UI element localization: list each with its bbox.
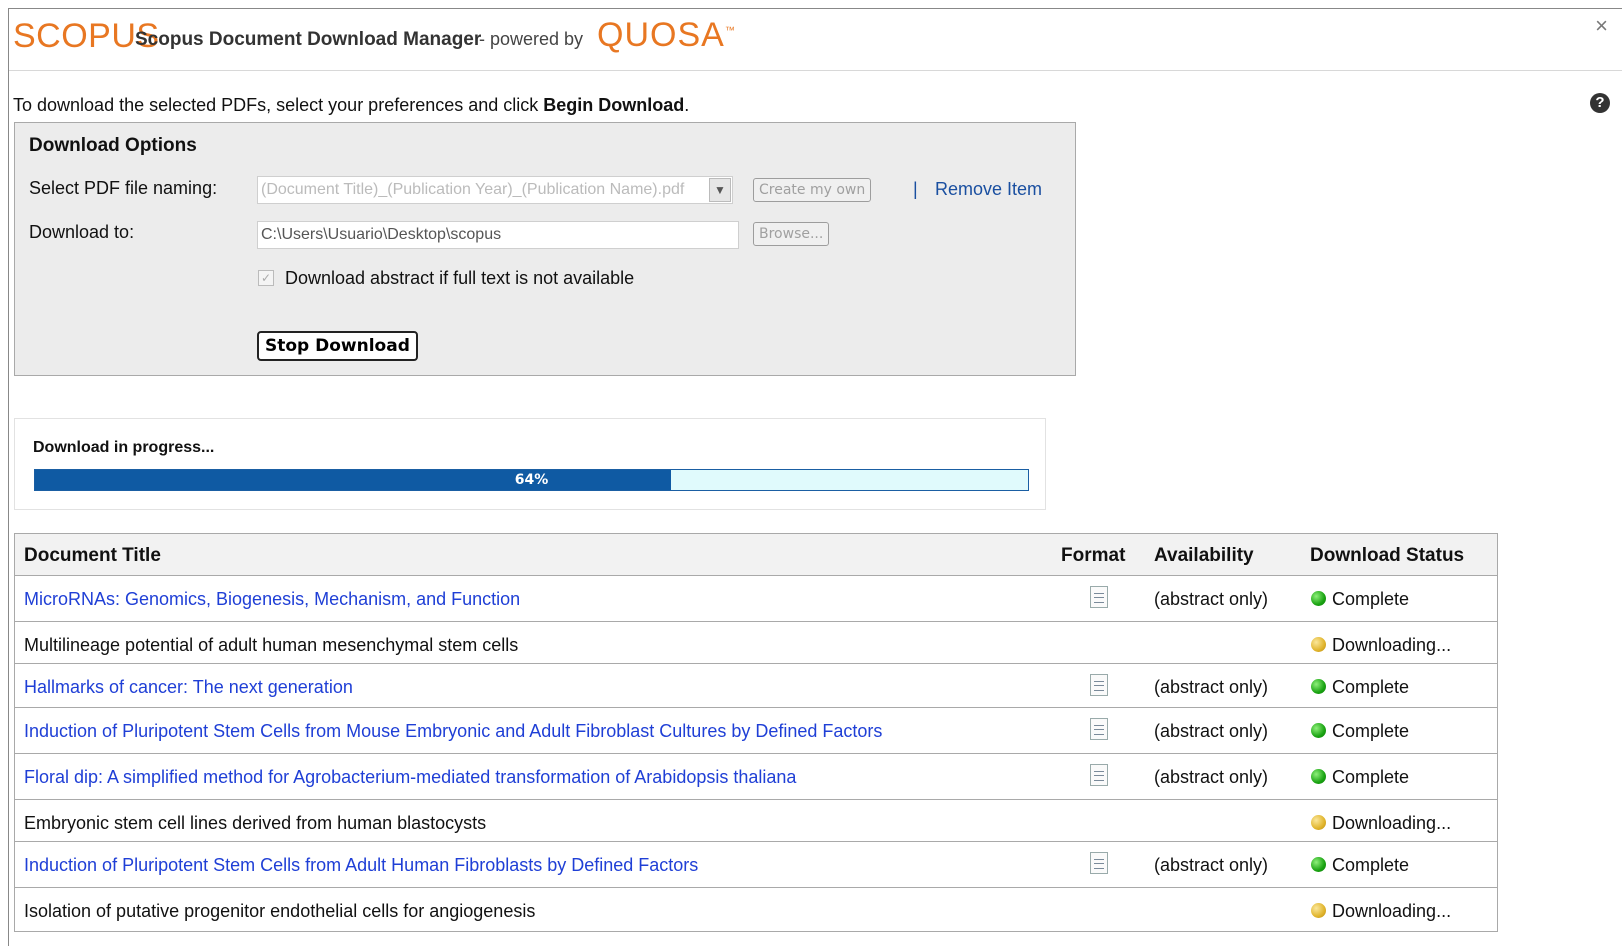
document-title-link[interactable]: Floral dip: A simplified method for Agro…	[24, 767, 796, 788]
download-path-input[interactable]: C:\Users\Usuario\Desktop\scopus	[257, 221, 739, 249]
window-title: Scopus Document Download Manager	[135, 29, 482, 50]
powered-by-text: - powered by	[479, 29, 584, 49]
status-complete-icon	[1311, 591, 1326, 606]
file-naming-select[interactable]: (Document Title)_(Publication Year)_(Pub…	[257, 176, 733, 204]
create-my-own-button[interactable]: Create my own	[753, 178, 872, 202]
table-row: Induction of Pluripotent Stem Cells from…	[15, 842, 1497, 888]
status-text: Complete	[1332, 855, 1410, 875]
status-text: Complete	[1332, 677, 1410, 697]
download-manager-window: SCOPUS Scopus Document Download Manager …	[8, 8, 1622, 946]
table-row: MicroRNAs: Genomics, Biogenesis, Mechani…	[15, 576, 1497, 622]
download-options-panel: Download Options Select PDF file naming:…	[14, 122, 1076, 376]
instructions-suffix: .	[684, 95, 690, 115]
status-cell: Complete	[1311, 855, 1409, 876]
format-cell	[1090, 674, 1108, 696]
document-title: Multilineage potential of adult human me…	[24, 635, 519, 655]
document-icon[interactable]	[1090, 718, 1108, 740]
trademark-mark: ™	[724, 25, 736, 37]
abstract-checkbox[interactable]: ✓	[258, 270, 274, 286]
table-row: Hallmarks of cancer: The next generation…	[15, 664, 1497, 708]
document-title-link[interactable]: MicroRNAs: Genomics, Biogenesis, Mechani…	[24, 589, 520, 610]
status-cell: Complete	[1311, 767, 1409, 788]
column-header-availability: Availability	[1154, 545, 1254, 566]
status-text: Complete	[1332, 767, 1410, 787]
quosa-logo: QUOSA™	[597, 16, 736, 55]
status-complete-icon	[1311, 723, 1326, 738]
help-icon[interactable]: ?	[1590, 93, 1610, 113]
availability-cell: (abstract only)	[1154, 767, 1269, 787]
status-downloading-icon	[1311, 903, 1326, 918]
status-cell: Complete	[1311, 589, 1409, 610]
status-text: Downloading...	[1332, 901, 1452, 921]
column-header-status: Download Status	[1310, 545, 1465, 566]
browse-button[interactable]: Browse...	[753, 222, 830, 246]
table-header: Document Title Format Availability Downl…	[15, 534, 1497, 576]
stop-download-button[interactable]: Stop Download	[257, 331, 418, 361]
table-row: Induction of Pluripotent Stem Cells from…	[15, 708, 1497, 754]
column-header-format: Format	[1061, 545, 1126, 566]
table-row: Multilineage potential of adult human me…	[15, 622, 1497, 664]
document-icon[interactable]	[1090, 586, 1108, 608]
status-cell: Downloading...	[1311, 813, 1451, 834]
document-title-link[interactable]: Induction of Pluripotent Stem Cells from…	[24, 855, 698, 876]
documents-table: Document Title Format Availability Downl…	[14, 533, 1498, 932]
format-cell	[1090, 764, 1108, 786]
column-header-title: Document Title	[24, 545, 161, 566]
header: SCOPUS Scopus Document Download Manager …	[9, 9, 1622, 71]
download-to-label: Download to:	[29, 222, 135, 242]
instructions-text: To download the selected PDFs, select yo…	[13, 95, 689, 116]
status-cell: Downloading...	[1311, 635, 1451, 656]
progress-bar: 64%	[34, 469, 1029, 491]
status-complete-icon	[1311, 769, 1326, 784]
separator: |	[913, 179, 918, 199]
document-icon[interactable]	[1090, 764, 1108, 786]
availability-cell: (abstract only)	[1154, 677, 1269, 697]
document-icon[interactable]	[1090, 852, 1108, 874]
status-complete-icon	[1311, 857, 1326, 872]
naming-label: Select PDF file naming:	[29, 178, 218, 198]
format-cell	[1090, 852, 1108, 874]
table-row: Isolation of putative progenitor endothe…	[15, 888, 1497, 932]
format-cell	[1090, 718, 1108, 740]
availability-cell: (abstract only)	[1154, 855, 1269, 875]
status-text: Downloading...	[1332, 813, 1452, 833]
document-title: Embryonic stem cell lines derived from h…	[24, 813, 487, 833]
document-title-link[interactable]: Induction of Pluripotent Stem Cells from…	[24, 721, 882, 742]
document-title-link[interactable]: Hallmarks of cancer: The next generation	[24, 677, 353, 698]
status-downloading-icon	[1311, 637, 1326, 652]
abstract-checkbox-label: Download abstract if full text is not av…	[285, 268, 635, 288]
file-naming-value: (Document Title)_(Publication Year)_(Pub…	[261, 181, 685, 198]
options-title: Download Options	[29, 135, 197, 156]
status-text: Complete	[1332, 589, 1410, 609]
status-cell: Complete	[1311, 677, 1409, 698]
instructions-prefix: To download the selected PDFs, select yo…	[13, 95, 544, 115]
availability-cell: (abstract only)	[1154, 589, 1269, 609]
status-text: Complete	[1332, 721, 1410, 741]
close-icon[interactable]: ×	[1595, 13, 1608, 39]
status-complete-icon	[1311, 679, 1326, 694]
table-row: Embryonic stem cell lines derived from h…	[15, 800, 1497, 842]
progress-label: Download in progress...	[33, 439, 215, 456]
status-cell: Downloading...	[1311, 901, 1451, 922]
remove-item-link[interactable]: Remove Item	[935, 179, 1042, 200]
document-icon[interactable]	[1090, 674, 1108, 696]
status-text: Downloading...	[1332, 635, 1452, 655]
progress-panel: Download in progress... 64%	[14, 418, 1046, 510]
progress-percent: 64%	[514, 472, 549, 488]
quosa-logo-text: QUOSA	[597, 16, 725, 54]
status-cell: Complete	[1311, 721, 1409, 742]
chevron-down-icon[interactable]: ▼	[709, 178, 731, 202]
instructions-action: Begin Download	[543, 95, 685, 115]
document-title: Isolation of putative progenitor endothe…	[24, 901, 536, 921]
table-row: Floral dip: A simplified method for Agro…	[15, 754, 1497, 800]
availability-cell: (abstract only)	[1154, 721, 1269, 741]
format-cell	[1090, 586, 1108, 608]
status-downloading-icon	[1311, 815, 1326, 830]
